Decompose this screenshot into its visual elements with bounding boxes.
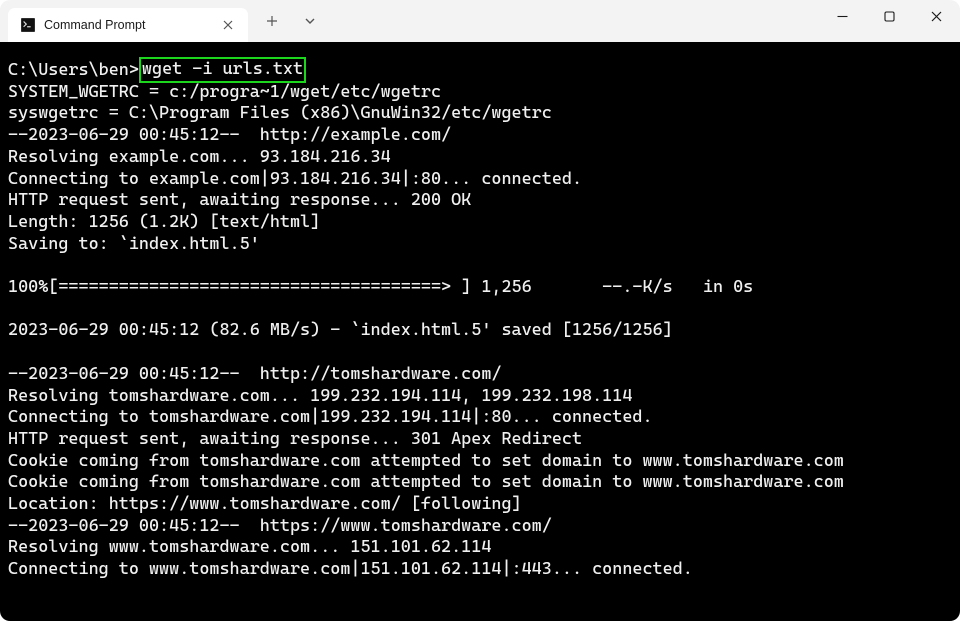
window-controls bbox=[819, 0, 960, 42]
tab-title: Command Prompt bbox=[44, 18, 210, 32]
title-bar: Command Prompt bbox=[0, 0, 960, 42]
minimize-button[interactable] bbox=[819, 0, 866, 32]
typed-command-highlight: wget -i urls.txt bbox=[139, 57, 306, 83]
tab-dropdown-button[interactable] bbox=[294, 6, 326, 36]
tab-close-button[interactable] bbox=[218, 15, 238, 35]
maximize-button[interactable] bbox=[866, 0, 913, 32]
tab-command-prompt[interactable]: Command Prompt bbox=[8, 8, 248, 42]
terminal-lines: SYSTEM_WGETRC = c:/progra~1/wget/etc/wge… bbox=[8, 82, 956, 581]
prompt: C:\Users\ben> bbox=[8, 60, 139, 82]
terminal-output[interactable]: C:\Users\ben>wget -i urls.txtSYSTEM_WGET… bbox=[0, 42, 960, 621]
tab-actions bbox=[248, 0, 326, 42]
close-button[interactable] bbox=[913, 0, 960, 32]
cmd-icon bbox=[20, 17, 36, 33]
new-tab-button[interactable] bbox=[256, 6, 288, 36]
tab-strip: Command Prompt bbox=[0, 0, 326, 42]
